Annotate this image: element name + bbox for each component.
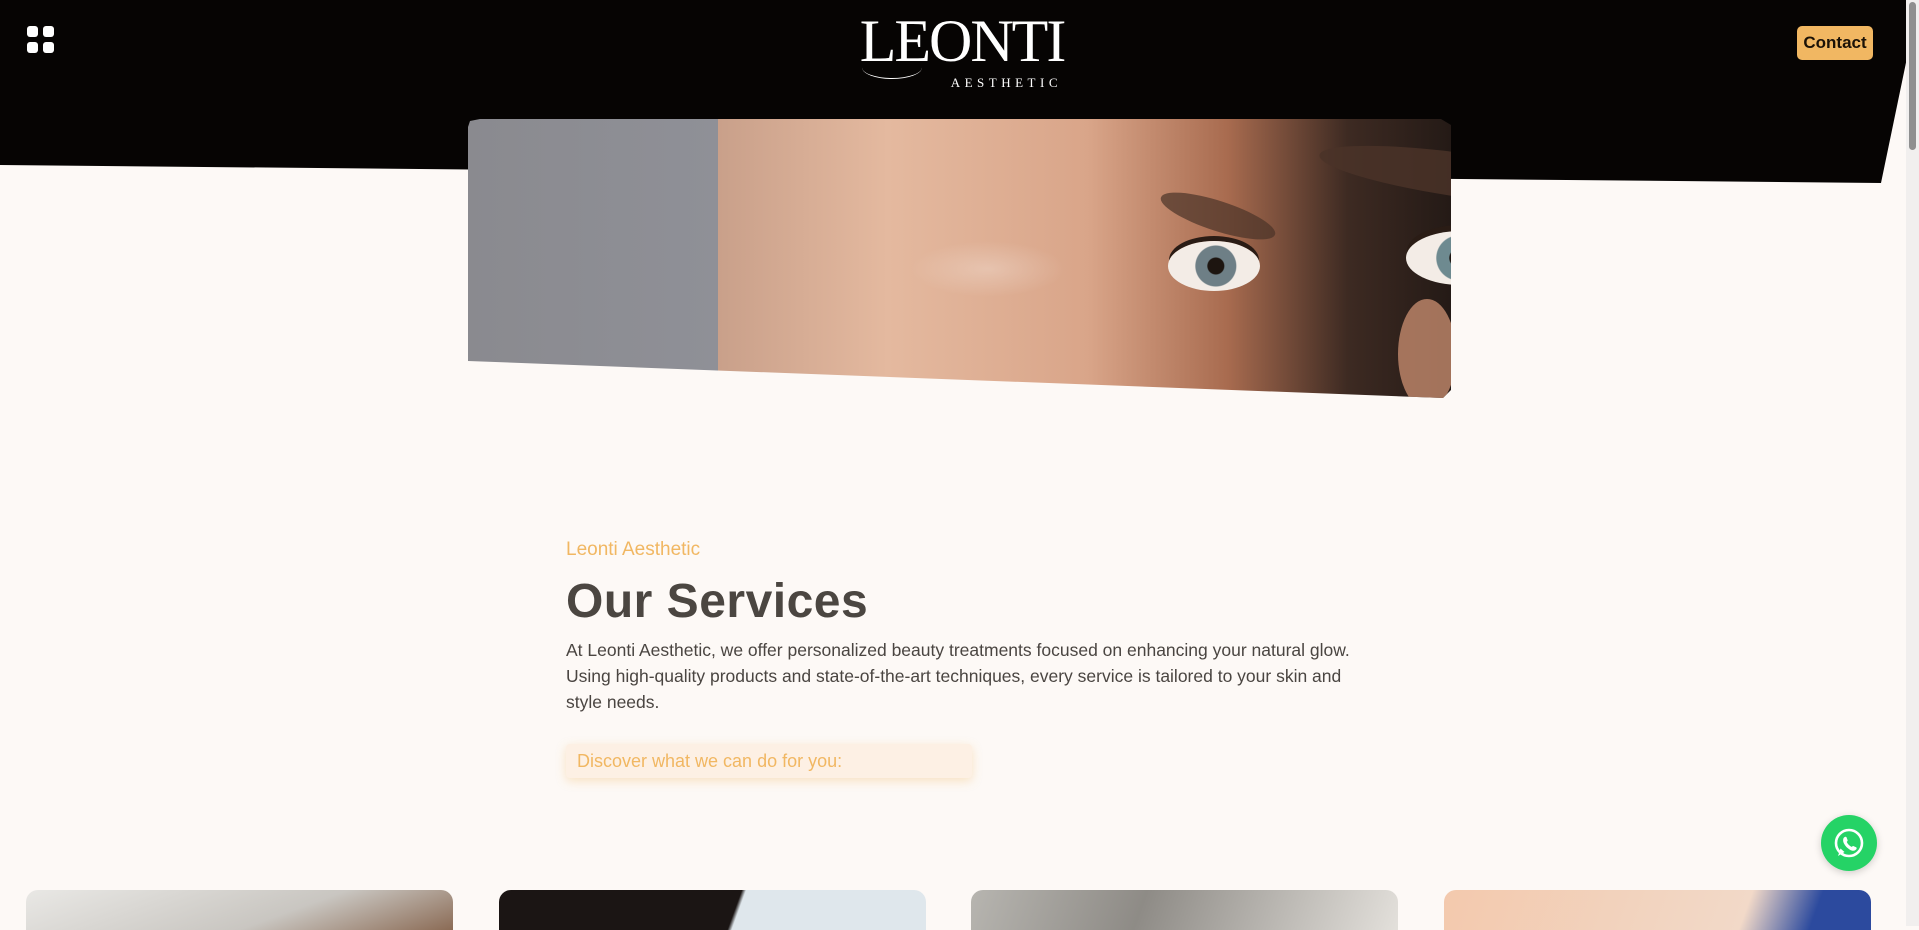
grid-dot <box>43 26 54 37</box>
hero-image <box>468 119 1451 398</box>
section-kicker: Leonti Aesthetic <box>566 539 701 560</box>
service-card[interactable] <box>971 890 1398 930</box>
discover-callout[interactable]: Discover what we can do for you: <box>566 744 972 778</box>
logo-sub-text: AESTHETIC <box>950 75 1062 90</box>
logo[interactable]: LEONTI AESTHETIC <box>858 8 1067 92</box>
intro-description: At Leonti Aesthetic, we offer personaliz… <box>566 640 1350 712</box>
eyebrow-right <box>1316 133 1451 219</box>
page-title: Our Services <box>566 575 869 628</box>
grid-menu-icon[interactable] <box>27 26 55 54</box>
service-card[interactable] <box>499 890 926 930</box>
grid-dot <box>27 42 38 53</box>
grid-dot <box>27 26 38 37</box>
scrollbar[interactable] <box>1906 0 1919 926</box>
whatsapp-button[interactable] <box>1821 815 1877 871</box>
eyebrow-left <box>1156 183 1280 249</box>
eye-right <box>1406 231 1451 285</box>
scrollbar-thumb[interactable] <box>1909 2 1916 150</box>
contact-button[interactable]: Contact <box>1797 26 1873 60</box>
logo-swash <box>862 56 922 79</box>
ear <box>1398 299 1451 398</box>
service-card[interactable] <box>26 890 453 930</box>
whatsapp-icon <box>1834 828 1864 858</box>
grid-dot <box>43 42 54 53</box>
eye-left <box>1168 241 1260 291</box>
service-card[interactable] <box>1444 890 1871 930</box>
